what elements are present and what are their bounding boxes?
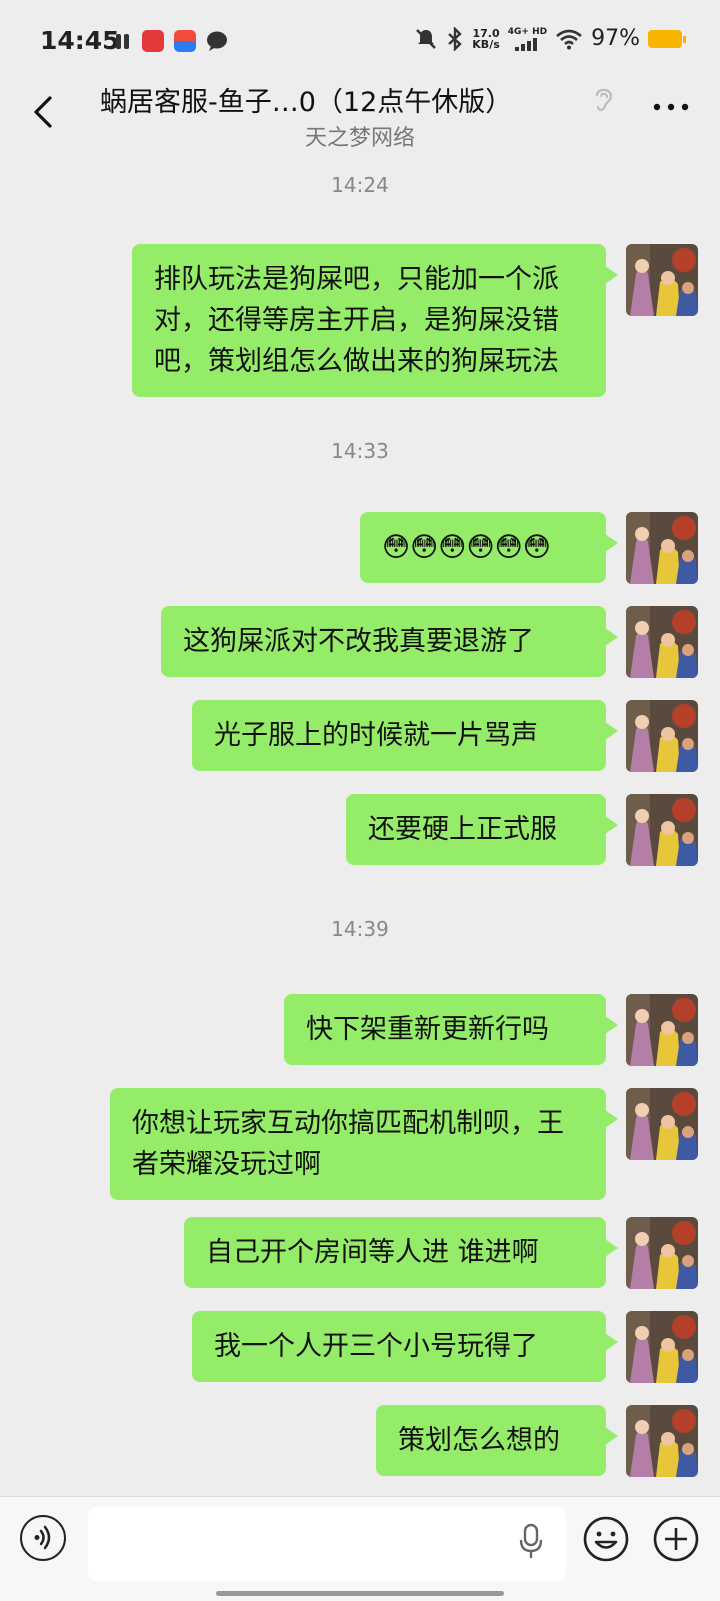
avatar-image — [626, 994, 698, 1066]
message-bubble[interactable]: 这狗屎派对不改我真要退游了 — [161, 606, 618, 677]
avatar-image — [626, 794, 698, 866]
chat-title: 蜗居客服-鱼子…0（12点午休版） — [100, 87, 513, 118]
avatar[interactable] — [626, 1405, 698, 1477]
avatar[interactable] — [626, 244, 698, 316]
message-bubble[interactable]: 自己开个房间等人进 谁进啊 — [184, 1217, 618, 1288]
avatar-image — [626, 244, 698, 316]
status-bar: 14:45 17.0 KB/s 4G+ HD 97% — [0, 0, 720, 80]
avatar-image — [626, 1405, 698, 1477]
home-indicator[interactable] — [216, 1591, 504, 1596]
avatar-image — [626, 1217, 698, 1289]
voice-button[interactable] — [20, 1515, 66, 1561]
app-notification-icon — [174, 30, 196, 52]
signal-icon — [515, 37, 538, 51]
message-bubble[interactable]: 你想让玩家互动你搞匹配机制呗，王者荣耀没玩过啊 — [110, 1088, 618, 1200]
speed-unit: KB/s — [472, 37, 500, 51]
avatar[interactable] — [626, 994, 698, 1066]
message-bubble[interactable]: 快下架重新更新行吗 — [284, 994, 618, 1065]
avatar[interactable] — [626, 1217, 698, 1289]
avatar[interactable] — [626, 606, 698, 678]
network-speed: 17.0 KB/s — [472, 28, 499, 50]
message-input[interactable] — [88, 1507, 566, 1581]
message-bubble[interactable]: 😳😳😳😳😳😳 — [360, 512, 618, 583]
chat-header: 蜗居客服-鱼子…0（12点午休版） 天之梦网络 — [0, 80, 720, 158]
mute-icon — [416, 28, 437, 49]
voice-icon — [34, 1525, 51, 1550]
battery-icon — [648, 29, 686, 48]
ear-icon[interactable] — [590, 84, 618, 114]
app-notification-icon — [116, 34, 129, 49]
battery-percent: 97% — [591, 26, 640, 51]
time-separator: 14:39 — [331, 917, 389, 941]
avatar[interactable] — [626, 1088, 698, 1160]
emoji-icon[interactable] — [582, 1515, 630, 1563]
avatar[interactable] — [626, 794, 698, 866]
avatar[interactable] — [626, 512, 698, 584]
mic-icon[interactable] — [518, 1523, 544, 1561]
avatar-image — [626, 606, 698, 678]
time-separator: 14:33 — [331, 439, 389, 463]
network-type: 4G+ HD — [507, 26, 548, 37]
avatar-image — [626, 1088, 698, 1160]
avatar[interactable] — [626, 1311, 698, 1383]
message-notification-icon — [207, 31, 227, 51]
avatar-image — [626, 1311, 698, 1383]
avatar[interactable] — [626, 700, 698, 772]
plus-icon[interactable] — [652, 1515, 700, 1563]
time-separator: 14:24 — [331, 173, 389, 197]
input-bar — [0, 1496, 720, 1601]
message-bubble[interactable]: 还要硬上正式服 — [346, 794, 618, 865]
wifi-icon — [556, 29, 582, 49]
app-notification-icon — [142, 30, 164, 52]
chat-subtitle: 天之梦网络 — [304, 126, 415, 151]
message-bubble[interactable]: 排队玩法是狗屎吧，只能加一个派对，还得等房主开启，是狗屎没错吧，策划组怎么做出来… — [132, 244, 618, 397]
message-bubble[interactable]: 我一个人开三个小号玩得了 — [192, 1311, 618, 1382]
bluetooth-icon — [448, 26, 463, 51]
message-bubble[interactable]: 光子服上的时候就一片骂声 — [192, 700, 618, 771]
notification-icons — [114, 30, 228, 52]
message-bubble[interactable]: 策划怎么想的 — [376, 1405, 618, 1476]
status-time: 14:45 — [40, 26, 120, 55]
avatar-image — [626, 700, 698, 772]
avatar-image — [626, 512, 698, 584]
more-icon[interactable] — [648, 92, 694, 122]
status-right: 17.0 KB/s 4G+ HD 97% — [414, 26, 686, 51]
speed-value: 17.0 — [472, 26, 500, 40]
cellular-signal: 4G+ HD — [508, 27, 547, 51]
message-list[interactable]: 14:24 排队玩法是狗屎吧，只能加一个派对，还得等房主开启，是狗屎没错吧，策划… — [0, 160, 720, 1494]
